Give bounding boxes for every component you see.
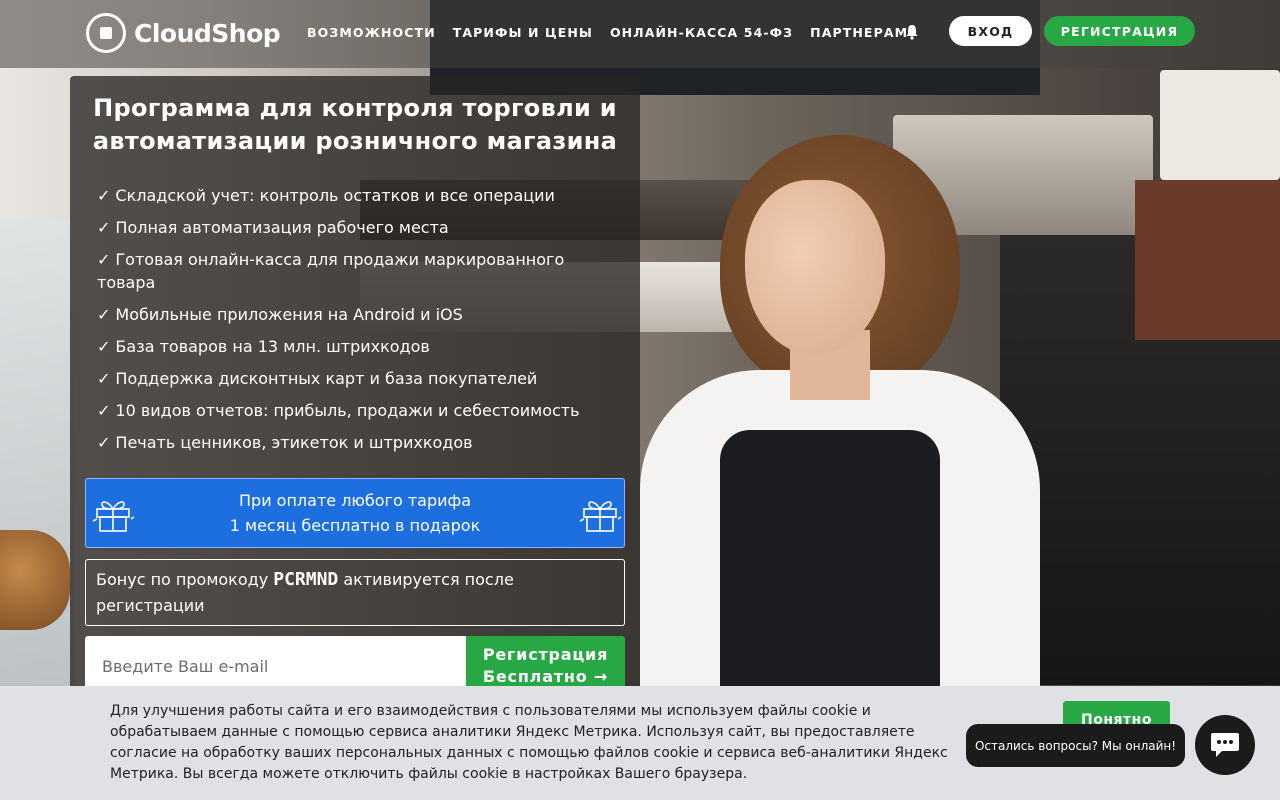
feature-item: ✓ Складской учет: контроль остатков и все… [97,186,555,205]
check-icon: ✓ [97,369,111,388]
cookie-text: Для улучшения работы сайта и его взаимод… [110,703,948,782]
feature-item: ✓ 10 видов отчетов: прибыль, продажи и се… [97,401,580,420]
feature-item: ✓ Мобильные приложения на Android и iOS [97,305,463,324]
chat-bubble[interactable]: Остались вопросы? Мы онлайн! [966,724,1185,767]
promo-code-box: Бонус по промокоду PCRMND активируется п… [85,559,625,626]
logo-icon [86,13,126,53]
chat-button[interactable] [1195,715,1255,775]
check-icon: ✓ [97,218,111,237]
promo-code: PCRMND [273,569,339,590]
check-icon: ✓ [97,250,111,269]
login-button[interactable]: ВХОД [949,16,1032,46]
feature-item: ✓ Печать ценников, этикеток и штрихкодов [97,433,473,452]
logo[interactable]: CloudShop [86,13,281,53]
site-header: CloudShop ВОЗМОЖНОСТИ ТАРИФЫ И ЦЕНЫ ОНЛА… [0,0,1280,68]
gift-icon [579,501,622,532]
check-icon: ✓ [97,401,111,420]
check-icon: ✓ [97,186,111,205]
feature-list: ✓ Складской учет: контроль остатков и все… [97,184,597,463]
nav-features[interactable]: ВОЗМОЖНОСТИ [307,25,436,40]
feature-item: ✓ База товаров на 13 млн. штрихкодов [97,337,430,356]
logo-text: CloudShop [134,18,281,48]
chat-icon [1211,733,1239,757]
main-nav: ВОЗМОЖНОСТИ ТАРИФЫ И ЦЕНЫ ОНЛАЙН-КАССА 5… [307,25,908,40]
nav-pricing[interactable]: ТАРИФЫ И ЦЕНЫ [453,25,593,40]
promo-line-1: При оплате любого тарифа [239,491,471,510]
bonus-prefix: Бонус по промокоду [96,570,274,589]
bell-icon[interactable] [905,24,919,40]
feature-item: ✓ Готовая онлайн-касса для продажи маркир… [97,250,565,292]
check-icon: ✓ [97,337,111,356]
nav-partners[interactable]: ПАРТНЕРАМ [810,25,908,40]
register-button[interactable]: РЕГИСТРАЦИЯ [1044,16,1195,46]
hero-title: Программа для контроля торговли и автома… [92,94,618,155]
feature-item: ✓ Полная автоматизация рабочего места [97,218,449,237]
feature-item: ✓ Поддержка дисконтных карт и база покупа… [97,369,538,388]
promo-banner: При оплате любого тарифа 1 месяц бесплат… [85,478,625,548]
promo-line-2: 1 месяц бесплатно в подарок [229,516,481,535]
gift-icon [92,501,135,532]
check-icon: ✓ [97,433,111,452]
check-icon: ✓ [97,305,111,324]
nav-online-cashbox[interactable]: ОНЛАЙН-КАССА 54-ФЗ [610,25,793,40]
